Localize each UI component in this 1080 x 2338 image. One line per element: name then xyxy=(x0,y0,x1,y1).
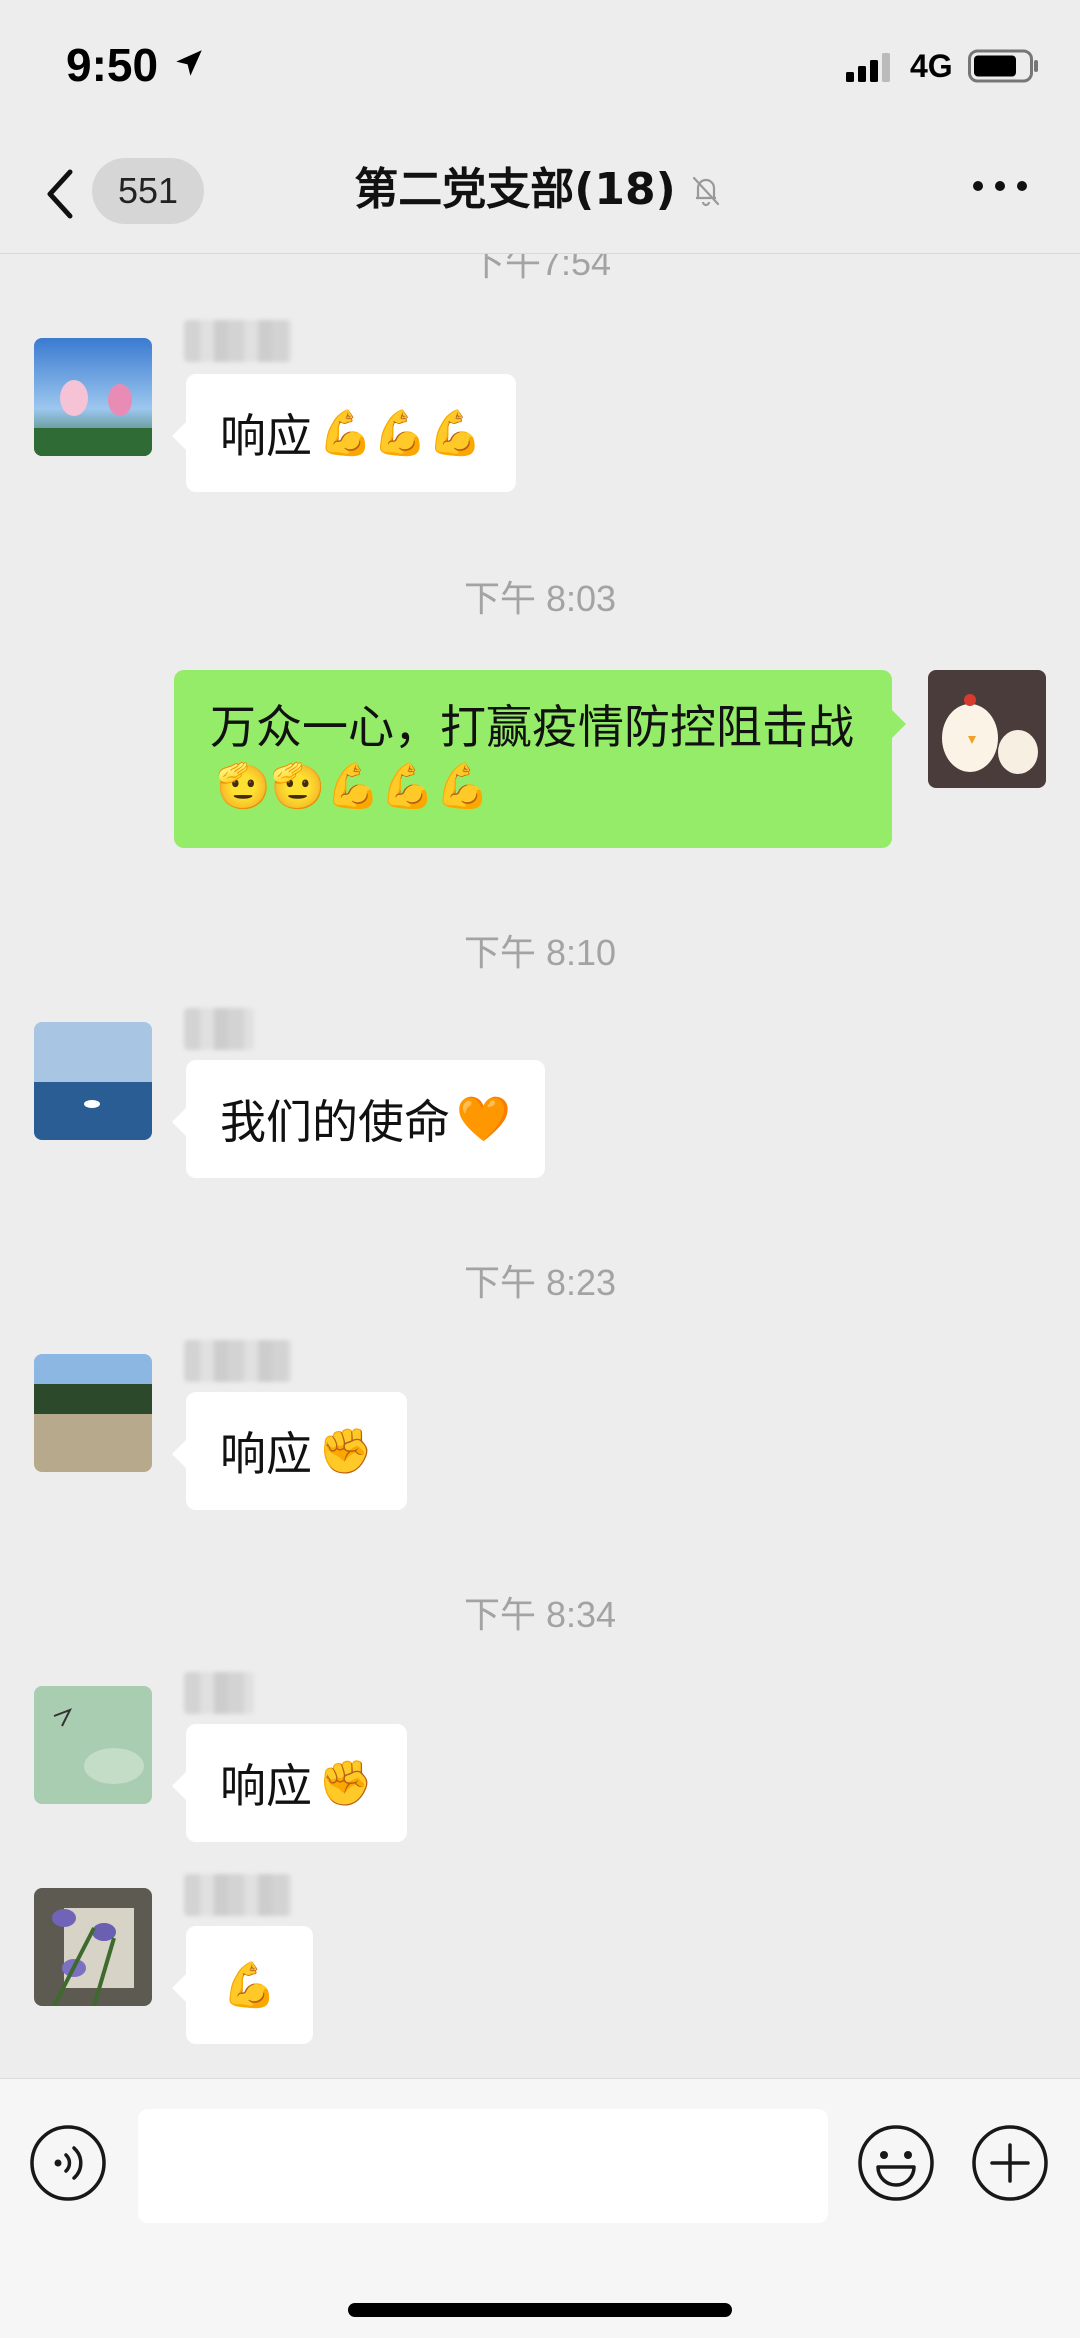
beach-avatar-image xyxy=(34,1354,152,1472)
status-bar: 9:50 4G xyxy=(0,0,1080,130)
lake-avatar-image xyxy=(34,1022,152,1140)
more-functions-plus-icon[interactable] xyxy=(970,2123,1050,2203)
my-avatar[interactable] xyxy=(928,670,1046,788)
message-bubble[interactable]: 响应 💪💪💪 xyxy=(171,374,517,492)
message-text: 万众一心，打赢疫情防控阻击战 xyxy=(210,700,854,754)
message-emoji: 💪 xyxy=(222,1960,277,2011)
timestamp: 下午7:54 xyxy=(468,254,612,283)
my-message-bubble[interactable]: 万众一心，打赢疫情防控阻击战 🫡🫡💪💪💪 xyxy=(174,670,906,848)
message-text: 我们的使命 xyxy=(220,1095,450,1149)
battery-icon xyxy=(968,49,1038,83)
message-emoji: ✊ xyxy=(318,1758,373,1809)
message-text: 响应 xyxy=(220,1759,312,1813)
timestamp: 下午 8:10 xyxy=(463,932,617,973)
sky-avatar-image xyxy=(34,1686,152,1804)
sender-avatar[interactable] xyxy=(34,1888,152,2006)
timestamp: 下午 8:03 xyxy=(463,578,617,619)
timestamp: 下午 8:34 xyxy=(463,1594,617,1635)
sender-avatar[interactable] xyxy=(34,1022,152,1140)
timestamp: 下午 8:23 xyxy=(463,1262,617,1303)
sender-avatar[interactable] xyxy=(34,338,152,456)
emoji-picker-icon[interactable] xyxy=(856,2123,936,2203)
cellular-signal-icon xyxy=(846,53,890,82)
message-input[interactable] xyxy=(138,2109,828,2223)
flower-avatar-image xyxy=(34,1888,152,2006)
chick-avatar-image xyxy=(928,670,1046,788)
home-indicator[interactable] xyxy=(348,2303,732,2317)
sender-avatar[interactable] xyxy=(34,1354,152,1472)
sender-name-blurred xyxy=(184,1874,292,1916)
sender-name-blurred xyxy=(184,1672,254,1714)
network-type-label: 4G xyxy=(910,48,953,84)
lotus-avatar-image xyxy=(34,338,152,456)
message-bubble[interactable]: 响应 ✊ xyxy=(172,1724,407,1842)
voice-input-icon[interactable] xyxy=(28,2123,108,2203)
more-options-icon[interactable] xyxy=(970,176,1030,196)
message-bubble[interactable]: 我们的使命 🧡 xyxy=(172,1060,545,1178)
message-bubble[interactable]: 💪 xyxy=(172,1926,313,2044)
sender-name-blurred xyxy=(184,320,292,362)
location-arrow-icon xyxy=(176,50,202,76)
message-emoji: ✊ xyxy=(318,1426,373,1477)
mute-bell-icon xyxy=(692,176,719,207)
status-time: 9:50 xyxy=(66,39,159,91)
sender-avatar[interactable] xyxy=(34,1686,152,1804)
message-list[interactable]: 下午7:54 响应 💪💪💪 下午 8:03 万众一心，打赢疫情防控阻击战 🫡🫡💪💪… xyxy=(0,254,1080,2078)
chat-title: 第二党支部(18) xyxy=(0,160,1080,220)
message-emoji: 💪💪💪 xyxy=(318,408,483,459)
message-bubble[interactable]: 响应 ✊ xyxy=(172,1392,407,1510)
input-bar xyxy=(0,2078,1080,2338)
sender-name-blurred xyxy=(184,1008,254,1050)
sender-name-blurred xyxy=(184,1340,292,1382)
message-emoji: 🫡🫡💪💪💪 xyxy=(216,761,490,812)
chat-title-text: 第二党支部(18) xyxy=(354,164,676,215)
message-text: 响应 xyxy=(220,1427,312,1481)
chat-header: 551 第二党支部(18) xyxy=(0,130,1080,254)
message-emoji: 🧡 xyxy=(456,1094,511,1145)
message-text: 响应 xyxy=(220,409,312,463)
